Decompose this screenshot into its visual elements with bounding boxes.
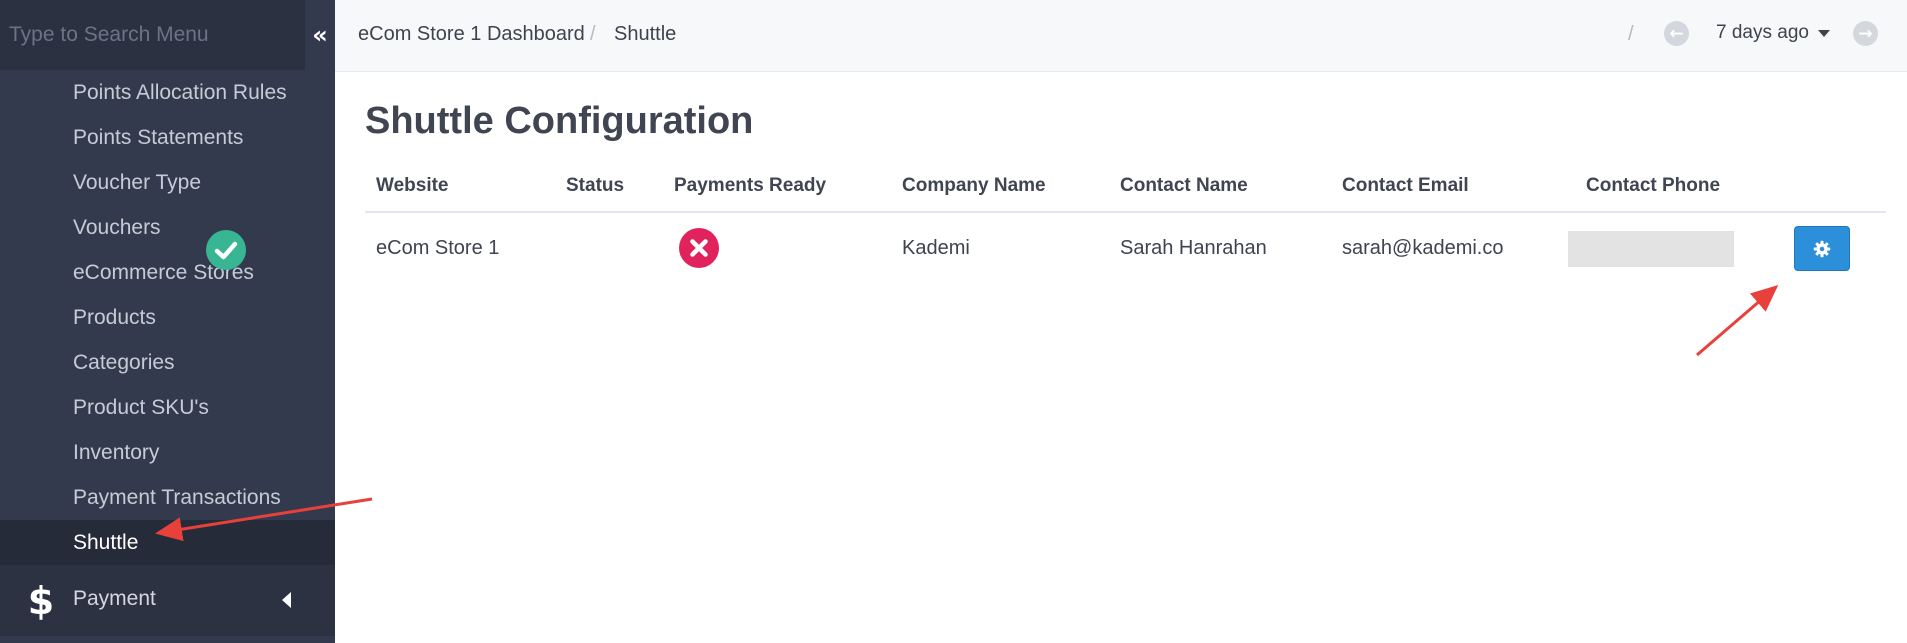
menu-search xyxy=(0,0,305,70)
dollar-icon: $ xyxy=(27,579,55,623)
sidebar-item-vouchers[interactable]: Vouchers xyxy=(0,205,335,250)
sidebar-item-label: Vouchers xyxy=(73,215,161,239)
cell-contact-email: sarah@kademi.co xyxy=(1342,237,1504,259)
sidebar-item-label: Voucher Type xyxy=(73,170,202,194)
date-range-label: 7 days ago xyxy=(1716,22,1809,43)
sidebar-item-shuttle[interactable]: Shuttle xyxy=(0,520,335,565)
sidebar-item-label: Inventory xyxy=(73,440,160,464)
caret-left-icon xyxy=(282,592,291,608)
cell-company-name: Kademi xyxy=(902,237,970,259)
sidebar-group-label: Payment xyxy=(73,587,156,610)
sidebar-item-label: Shuttle xyxy=(73,530,139,554)
sidebar-item-product-skus[interactable]: Product SKU's xyxy=(0,385,335,430)
collapse-sidebar-button[interactable]: « xyxy=(305,0,335,70)
breadcrumb-current: Shuttle xyxy=(614,23,677,45)
toolbar-separator: / xyxy=(1628,23,1634,45)
sidebar-item-label: Points Allocation Rules xyxy=(73,80,287,104)
caret-down-icon xyxy=(1817,29,1830,37)
cross-icon xyxy=(690,239,708,257)
arrow-left-icon: ← xyxy=(1669,23,1684,44)
sidebar-item-label: Categories xyxy=(73,350,175,374)
payments-not-ready-badge xyxy=(679,228,719,268)
status-active-badge xyxy=(206,230,246,270)
sidebar-item-payment-transactions[interactable]: Payment Transactions xyxy=(0,475,335,520)
sidebar-item-label: Product SKU's xyxy=(73,395,209,419)
sidebar-menu: Points Allocation Rules Points Statement… xyxy=(0,70,335,565)
date-range-dropdown[interactable]: 7 days ago xyxy=(1716,22,1830,44)
breadcrumb-dashboard[interactable]: eCom Store 1 Dashboard xyxy=(358,23,585,46)
column-header-contact-name: Contact Name xyxy=(1120,175,1248,196)
table-header-divider xyxy=(365,211,1886,213)
sidebar-item-voucher-type[interactable]: Voucher Type xyxy=(0,160,335,205)
gear-icon xyxy=(1813,240,1831,257)
column-header-status: Status xyxy=(566,175,625,196)
column-header-contact-phone: Contact Phone xyxy=(1586,175,1721,196)
sidebar-item-points-allocation-rules[interactable]: Points Allocation Rules xyxy=(0,70,335,115)
annotation-arrow-config xyxy=(1696,285,1779,357)
sidebar-item-ecommerce-stores[interactable]: eCommerce Stores xyxy=(0,250,335,295)
cell-contact-phone xyxy=(1568,231,1734,267)
check-icon xyxy=(214,241,238,260)
sidebar-item-products[interactable]: Products xyxy=(0,295,335,340)
sidebar-item-label: Points Statements xyxy=(73,125,244,149)
breadcrumb-separator: / xyxy=(590,23,596,45)
next-period-button[interactable]: → xyxy=(1853,21,1878,46)
sidebar: « Points Allocation Rules Points Stateme… xyxy=(0,0,335,643)
configure-shuttle-button[interactable] xyxy=(1794,226,1850,271)
sidebar-item-categories[interactable]: Categories xyxy=(0,340,335,385)
cell-contact-name: Sarah Hanrahan xyxy=(1120,237,1267,259)
arrow-right-icon: → xyxy=(1858,23,1873,44)
sidebar-group-payment[interactable]: $ Payment xyxy=(0,565,335,636)
sidebar-item-inventory[interactable]: Inventory xyxy=(0,430,335,475)
column-header-payments-ready: Payments Ready xyxy=(674,175,827,196)
sidebar-item-label: Payment Transactions xyxy=(73,485,281,509)
column-header-website: Website xyxy=(376,175,449,196)
cell-website: eCom Store 1 xyxy=(376,237,500,259)
column-header-contact-email: Contact Email xyxy=(1342,175,1469,196)
previous-period-button[interactable]: ← xyxy=(1664,21,1689,46)
chevron-double-left-icon: « xyxy=(312,21,328,49)
sidebar-item-points-statements[interactable]: Points Statements xyxy=(0,115,335,160)
page-title: Shuttle Configuration xyxy=(365,100,754,142)
column-header-company-name: Company Name xyxy=(902,175,1046,196)
sidebar-item-label: Products xyxy=(73,305,156,329)
menu-search-input[interactable] xyxy=(0,0,305,70)
